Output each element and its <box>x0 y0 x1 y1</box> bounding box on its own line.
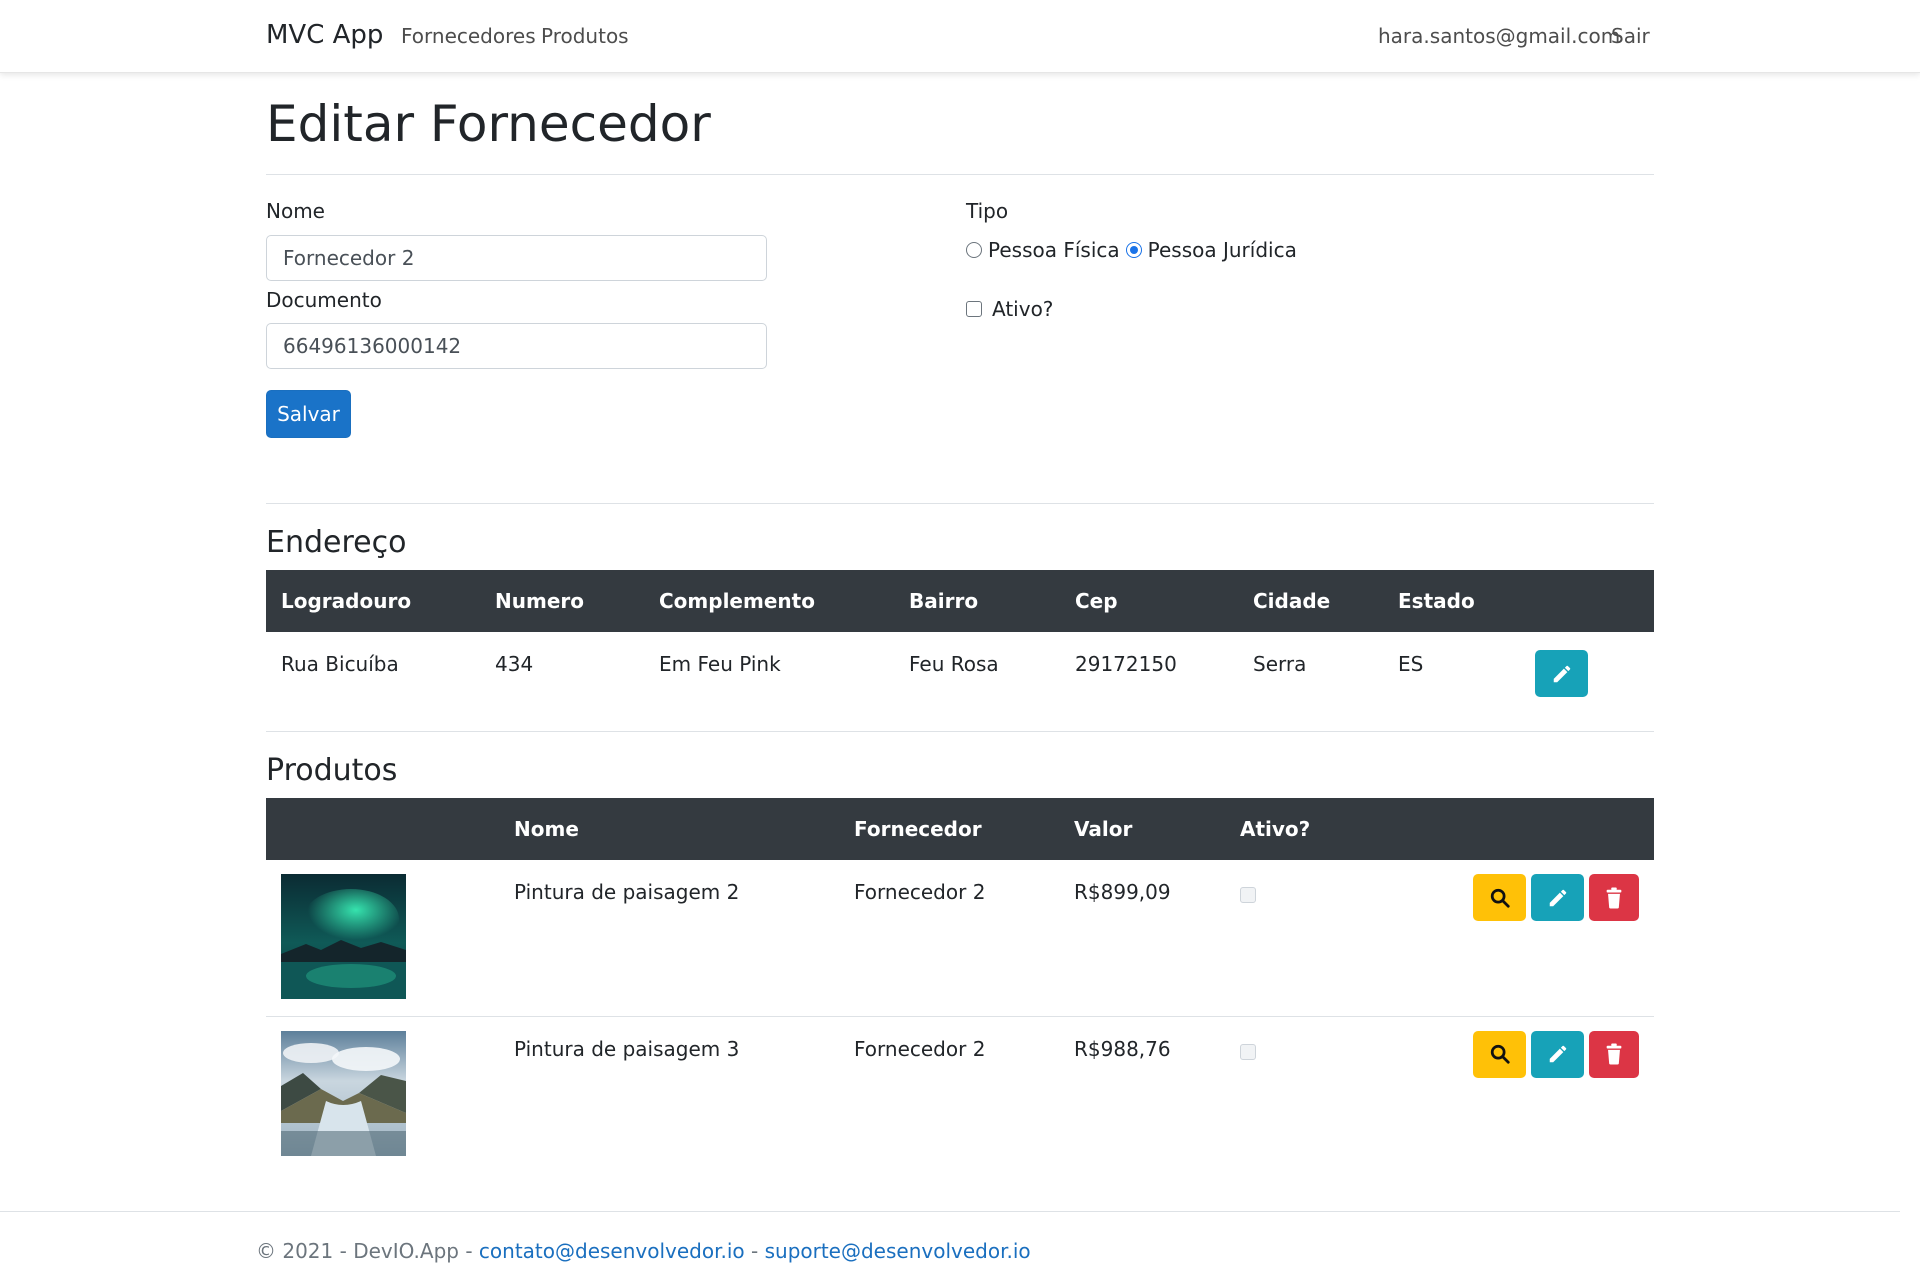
col-bairro: Bairro <box>894 570 1060 632</box>
cell-cep: 29172150 <box>1075 652 1177 676</box>
cell-image <box>266 1016 499 1172</box>
pencil-icon <box>1549 1045 1566 1063</box>
produtos-title: Produtos <box>266 753 398 788</box>
nav-link-produtos[interactable]: Produtos <box>541 24 629 48</box>
col-ativo: Ativo? <box>1225 798 1425 860</box>
col-logradouro: Logradouro <box>266 570 480 632</box>
product-image[interactable] <box>281 1030 406 1156</box>
cell-ativo <box>1225 1016 1425 1172</box>
brand-link[interactable]: MVC App <box>266 20 383 50</box>
pencil-icon <box>1549 889 1566 906</box>
col-valor: Valor <box>1059 798 1225 860</box>
cell-image <box>266 860 499 1016</box>
cell-actions <box>1425 860 1654 1016</box>
edit-address-button[interactable] <box>1535 650 1588 697</box>
documento-input[interactable] <box>266 323 767 369</box>
cell-actions <box>1425 1016 1654 1172</box>
col-complemento: Complemento <box>644 570 894 632</box>
footer-contact-link[interactable]: contato@desenvolvedor.io <box>479 1239 745 1263</box>
search-icon <box>1490 1044 1510 1064</box>
cell-complemento: Em Feu Pink <box>659 652 781 676</box>
nav-user-email[interactable]: hara.santos@gmail.com <box>1378 24 1620 48</box>
search-icon <box>1490 888 1510 908</box>
documento-label: Documento <box>266 288 382 312</box>
cell-nome: Pintura de paisagem 2 <box>514 880 740 904</box>
cell-ativo <box>1225 860 1425 1016</box>
details-button[interactable] <box>1473 874 1526 921</box>
endereco-table: Logradouro Numero Complemento Bairro Cep… <box>266 570 1654 731</box>
product-image[interactable] <box>281 874 406 999</box>
ativo-checkbox-disabled <box>1240 1043 1256 1060</box>
produtos-table: Nome Fornecedor Valor Ativo? Pintura de … <box>266 798 1654 1172</box>
page-title: Editar Fornecedor <box>266 95 711 153</box>
radio-pessoa-juridica[interactable] <box>1125 242 1142 258</box>
footer-support-link[interactable]: suporte@desenvolvedor.io <box>765 1239 1031 1263</box>
col-fornecedor: Fornecedor <box>839 798 1059 860</box>
ativo-label: Ativo? <box>992 297 1054 321</box>
footer-copyright: © 2021 - DevIO.App - <box>256 1239 473 1263</box>
cell-bairro: Feu Rosa <box>909 652 999 676</box>
top-navbar: MVC App Fornecedores Produtos hara.santo… <box>0 0 1920 73</box>
table-row: Rua Bicuíba 434 Em Feu Pink Feu Rosa 291… <box>266 632 1654 731</box>
edit-button[interactable] <box>1531 1030 1584 1078</box>
tipo-radio-group: Pessoa Física Pessoa Jurídica <box>966 238 1303 262</box>
ativo-checkbox-disabled <box>1240 887 1256 903</box>
delete-button[interactable] <box>1589 1030 1639 1078</box>
radio-pessoa-juridica-label: Pessoa Jurídica <box>1147 238 1297 262</box>
edit-button[interactable] <box>1531 874 1584 921</box>
cell-logradouro: Rua Bicuíba <box>281 652 399 676</box>
col-numero: Numero <box>480 570 644 632</box>
nav-logout-link[interactable]: Sair <box>1611 24 1650 48</box>
ativo-check-row: Ativo? <box>966 297 1053 321</box>
col-actions <box>1425 798 1654 860</box>
endereco-divider <box>266 731 1654 732</box>
nav-link-fornecedores[interactable]: Fornecedores <box>401 24 536 48</box>
tipo-label: Tipo <box>966 199 1009 223</box>
col-actions <box>1525 570 1654 632</box>
radio-pessoa-fisica-label: Pessoa Física <box>988 238 1120 262</box>
radio-pessoa-fisica[interactable] <box>966 242 982 258</box>
cell-estado: ES <box>1398 652 1424 676</box>
col-image <box>266 798 499 860</box>
save-button[interactable]: Salvar <box>266 390 351 438</box>
col-estado: Estado <box>1383 570 1525 632</box>
cell-fornecedor: Fornecedor 2 <box>854 1036 986 1061</box>
title-divider <box>266 174 1654 175</box>
delete-button[interactable] <box>1589 874 1639 921</box>
col-nome: Nome <box>499 798 839 860</box>
endereco-title: Endereço <box>266 525 407 560</box>
cell-cidade: Serra <box>1253 652 1307 676</box>
trash-icon <box>1606 1043 1622 1065</box>
ativo-checkbox[interactable] <box>966 301 982 317</box>
cell-actions <box>1525 632 1654 731</box>
details-button[interactable] <box>1473 1030 1526 1078</box>
cell-numero: 434 <box>495 652 534 676</box>
footer-divider <box>0 1211 1900 1212</box>
footer-separator: - <box>751 1239 759 1263</box>
nome-input[interactable] <box>266 235 767 281</box>
pencil-icon <box>1553 665 1570 682</box>
col-cep: Cep <box>1060 570 1238 632</box>
trash-icon <box>1606 886 1622 909</box>
cell-valor: R$899,09 <box>1074 880 1171 904</box>
table-row: Pintura de paisagem 3 Fornecedor 2 R$988… <box>266 1016 1654 1172</box>
form-divider <box>266 503 1654 504</box>
footer: © 2021 - DevIO.App - contato@desenvolved… <box>256 1239 1031 1263</box>
col-cidade: Cidade <box>1238 570 1383 632</box>
cell-valor: R$988,76 <box>1074 1036 1171 1061</box>
cell-fornecedor: Fornecedor 2 <box>854 880 986 904</box>
nome-label: Nome <box>266 199 325 223</box>
cell-nome: Pintura de paisagem 3 <box>514 1036 740 1061</box>
table-row: Pintura de paisagem 2 Fornecedor 2 R$899… <box>266 860 1654 1016</box>
